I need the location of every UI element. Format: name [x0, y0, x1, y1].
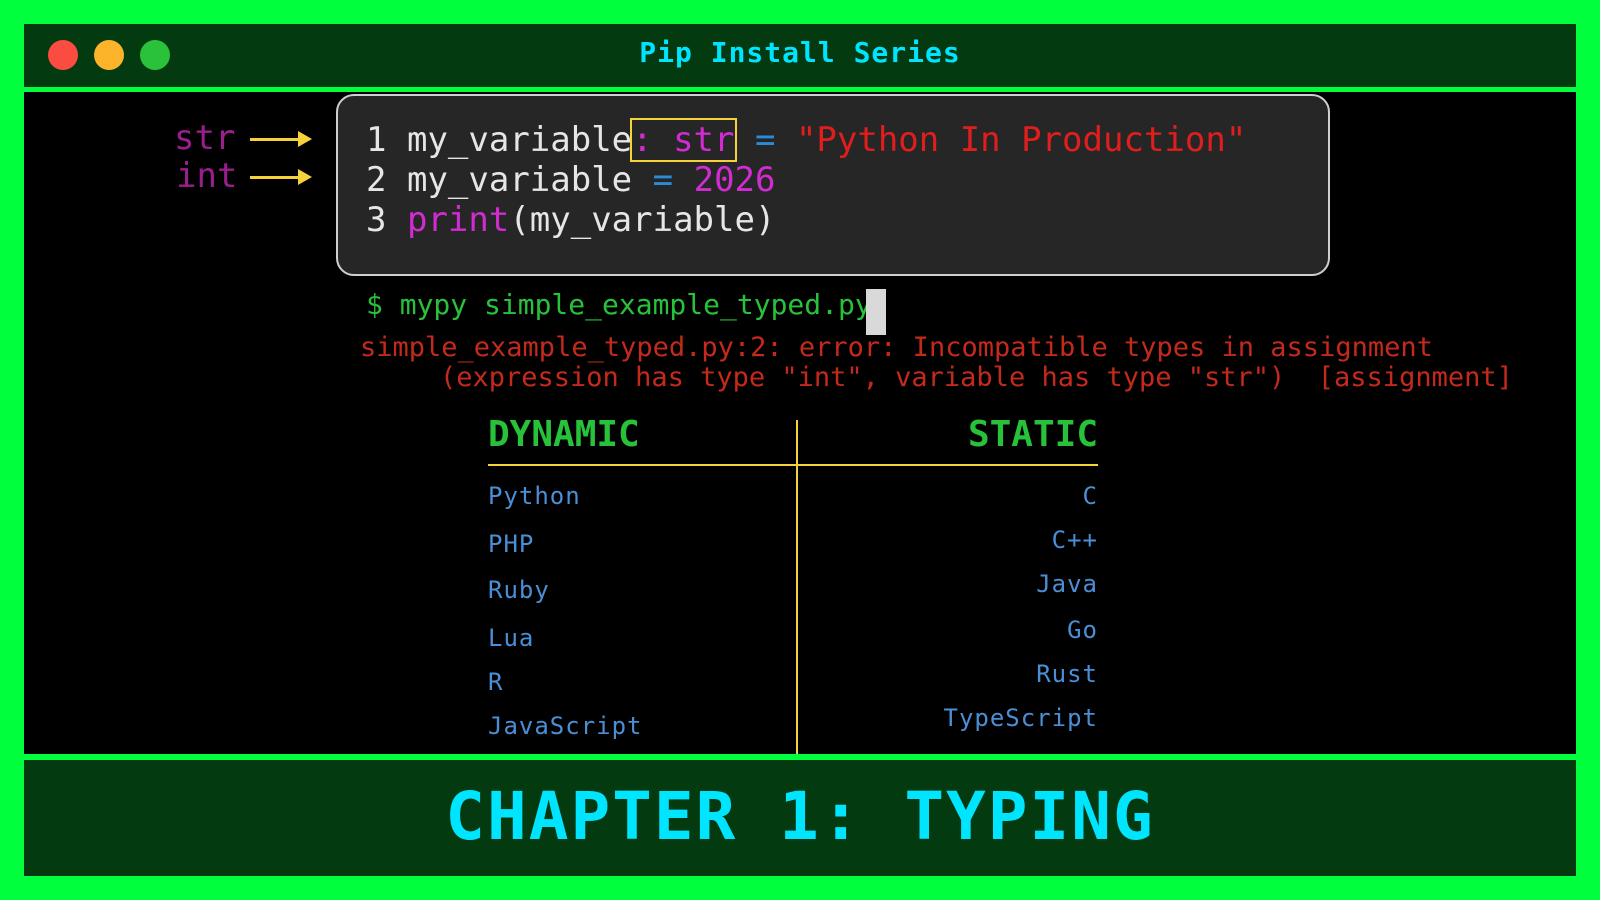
static-lang-item: Go [1067, 616, 1098, 644]
window-title: Pip Install Series [639, 36, 961, 69]
function-args: (my_variable) [509, 200, 776, 240]
code-line-1: 1 my_variable: str = "Python In Producti… [366, 118, 1247, 162]
dynamic-lang-item: Ruby [488, 576, 550, 604]
error-line-2: (expression has type "int", variable has… [440, 362, 1513, 393]
code-line-2: 2 my_variable = 2026 [366, 160, 775, 200]
print-function: print [406, 200, 510, 240]
table-divider-horizontal [488, 464, 1098, 466]
int-arrow-icon [250, 169, 312, 185]
dynamic-lang-item: JavaScript [488, 712, 643, 740]
assignment-operator: = [754, 120, 776, 160]
variable-name: my_variable [406, 160, 633, 200]
line-number: 2 [366, 160, 387, 200]
chapter-title: CHAPTER 1: TYPING [445, 778, 1155, 855]
dynamic-lang-item: Python [488, 482, 581, 510]
str-annotation: str [174, 118, 236, 158]
dynamic-lang-item: PHP [488, 530, 535, 558]
line-number: 3 [366, 200, 387, 240]
type-annotation: : str [630, 118, 737, 162]
static-lang-item: Java [1036, 570, 1098, 598]
terminal-area: str int 1 my_variable: str = "Python In … [24, 92, 1576, 754]
error-line-1: simple_example_typed.py:2: error: Incomp… [360, 332, 1433, 363]
static-lang-item: C [1082, 482, 1098, 510]
title-bar: Pip Install Series [24, 24, 1576, 87]
line-number: 1 [366, 120, 387, 160]
string-literal: "Python In Production" [795, 120, 1247, 160]
int-annotation: int [176, 156, 238, 196]
dynamic-header: DYNAMIC [488, 414, 640, 455]
dynamic-lang-item: Lua [488, 624, 535, 652]
chapter-banner: CHAPTER 1: TYPING [24, 760, 1576, 876]
str-arrow-icon [250, 131, 312, 147]
code-block: 1 my_variable: str = "Python In Producti… [336, 94, 1330, 276]
number-literal: 2026 [693, 160, 776, 200]
app-frame: Pip Install Series str int 1 my_variable… [0, 0, 1600, 900]
static-lang-item: Rust [1036, 660, 1098, 688]
shell-command: $ mypy simple_example_typed.py [366, 288, 872, 321]
terminal-cursor [866, 289, 886, 335]
variable-name: my_variable [406, 120, 633, 160]
static-lang-item: TypeScript [943, 704, 1098, 732]
assignment-operator: = [652, 160, 674, 200]
dynamic-lang-item: R [488, 668, 504, 696]
static-lang-item: C++ [1051, 526, 1098, 554]
static-header: STATIC [967, 414, 1098, 455]
table-divider-vertical [796, 420, 798, 754]
code-line-3: 3 print(my_variable) [366, 200, 775, 240]
